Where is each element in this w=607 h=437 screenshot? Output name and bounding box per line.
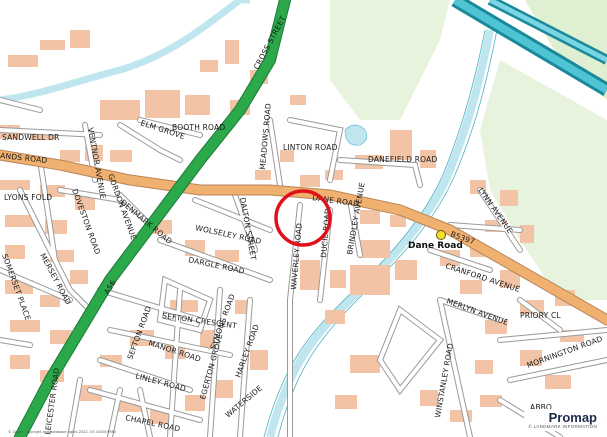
copyright-notice: © Crown copyright and database rights 20… <box>8 430 116 434</box>
brand-name: Promap <box>548 410 597 425</box>
railway-station-icon[interactable] <box>436 230 446 240</box>
map-svg: CROSS STREET SANDWELL DR VENTNOR AVENUE … <box>0 0 607 437</box>
label-dalton-street: DALTON STREET <box>238 197 258 261</box>
label-winstanley-road: WINSTANLEY ROAD <box>433 342 455 418</box>
label-danefield-road: DANEFIELD ROAD <box>368 155 437 164</box>
label-linton-road: LINTON ROAD <box>283 143 338 152</box>
map-canvas[interactable]: CROSS STREET SANDWELL DR VENTNOR AVENUE … <box>0 0 607 437</box>
label-elm-grove: ELM GROVE <box>139 118 186 141</box>
label-merlyn-avenue: MERLYN AVENUE <box>445 296 509 327</box>
label-dane-road-station: Dane Road <box>408 241 463 251</box>
promap-logo: Promap © LANDMARK INFORMATION <box>524 409 601 431</box>
brand-sub: © LANDMARK INFORMATION <box>528 424 597 429</box>
label-lyons-fold: LYONS FOLD <box>4 193 52 202</box>
label-sandwell-dr: SANDWELL DR <box>2 133 60 142</box>
label-priory-cl: PRIORY CL <box>520 311 561 320</box>
